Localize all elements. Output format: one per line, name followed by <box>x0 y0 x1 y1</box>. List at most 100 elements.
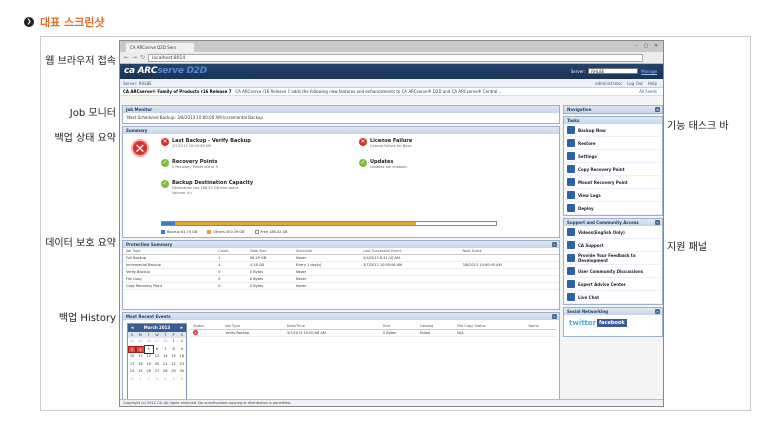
task-item[interactable]: Restore <box>564 137 662 150</box>
calendar-day[interactable]: 26 <box>145 368 153 376</box>
calendar-day[interactable]: 4 <box>136 345 145 354</box>
calendar-day[interactable]: 1 <box>136 376 144 384</box>
address-bar: ← → ↻ localhost:8014 <box>120 52 663 64</box>
table-cell: Failed <box>416 329 455 337</box>
task-item[interactable]: Mount Recovery Point <box>564 176 662 189</box>
calendar-day[interactable]: 28 <box>161 338 169 346</box>
calendar-day[interactable]: 31 <box>128 376 136 384</box>
calendar-day[interactable]: 30 <box>178 368 186 376</box>
bullet-icon: ❯ <box>24 17 34 27</box>
facebook-link[interactable]: facebook <box>597 319 627 327</box>
twitter-link[interactable]: twitter <box>569 319 596 327</box>
collapse-icon[interactable]: – <box>552 314 557 319</box>
task-label: Settings <box>578 153 597 159</box>
calendar-day[interactable]: 3 <box>153 376 161 384</box>
calendar-day[interactable]: 11 <box>136 353 144 361</box>
calendar-day[interactable]: 21 <box>161 361 169 369</box>
calendar-day[interactable]: 10 <box>128 353 136 361</box>
calendar-day[interactable]: 28 <box>161 368 169 376</box>
calendar-day[interactable]: 2 <box>145 376 153 384</box>
calendar-day[interactable]: 6 <box>178 376 186 384</box>
calendar-header: ◂ March 2013 ▸ <box>128 324 186 332</box>
calendar-day[interactable]: 7 <box>161 346 169 354</box>
next-month-icon[interactable]: ▸ <box>180 324 183 332</box>
prev-month-icon[interactable]: ◂ <box>131 324 134 332</box>
support-icon <box>567 267 575 275</box>
table-cell: Never <box>292 268 361 276</box>
task-item[interactable]: View Logs <box>564 189 662 202</box>
browser-tab[interactable]: CA ARCserve D2D Serv <box>126 43 194 52</box>
logout-link[interactable]: Log Out <box>627 79 643 88</box>
calendar-day[interactable]: 16 <box>178 353 186 361</box>
calendar-day[interactable]: 12 <box>145 353 153 361</box>
task-item[interactable]: Backup Now <box>564 124 662 137</box>
calendar-day[interactable]: 13 <box>153 353 161 361</box>
table-cell <box>459 268 559 276</box>
calendar-day[interactable]: 25 <box>136 338 144 346</box>
support-icon <box>567 280 575 288</box>
error-icon: ✕ <box>131 139 149 157</box>
all-feeds-link[interactable]: All Feeds <box>639 88 657 96</box>
support-item[interactable]: Expert Advice Center <box>564 278 662 291</box>
calendar-day[interactable]: 5 <box>143 344 154 355</box>
calendar-day[interactable]: 9 <box>178 346 186 354</box>
calendar-day[interactable]: 8 <box>169 346 177 354</box>
app-logo: ca ARCserve D2D <box>124 66 207 76</box>
calendar-day[interactable]: 3 <box>128 345 137 354</box>
calendar-day[interactable]: 24 <box>128 368 136 376</box>
back-icon[interactable]: ← <box>124 54 129 61</box>
support-item[interactable]: CA Support <box>564 239 662 252</box>
collapse-icon[interactable]: « <box>655 107 660 112</box>
calendar-day[interactable]: 22 <box>169 361 177 369</box>
calendar-day[interactable]: 15 <box>169 353 177 361</box>
section-heading: ❯ 대표 스크린샷 <box>24 14 105 30</box>
task-item[interactable]: Settings <box>564 150 662 163</box>
help-link[interactable]: Help <box>648 79 657 88</box>
support-item[interactable]: Provide Your Feedback to Development <box>564 252 662 265</box>
collapse-icon[interactable]: – <box>655 220 660 225</box>
support-item[interactable]: Live Chat <box>564 291 662 304</box>
calendar-day[interactable]: 4 <box>161 376 169 384</box>
task-item[interactable]: Copy Recovery Point <box>564 163 662 176</box>
window-buttons[interactable]: – ▢ ✕ <box>635 43 660 49</box>
callout-task-bar: 기능 태스크 바 <box>667 121 729 132</box>
navigation-panel: Navigation « <box>563 105 663 114</box>
panel-header: Navigation « <box>564 106 662 113</box>
support-item[interactable]: Videos(English Only) <box>564 226 662 239</box>
calendar-day[interactable]: 25 <box>136 368 144 376</box>
calendar-day[interactable]: 29 <box>169 368 177 376</box>
table-cell: 3/7/2013 10:00:06 AM <box>360 261 460 269</box>
calendar-day[interactable]: 27 <box>153 368 161 376</box>
calendar-day[interactable]: 26 <box>145 338 153 346</box>
server-select[interactable]: RHL8E <box>588 68 639 74</box>
support-label: Videos(English Only) <box>578 229 625 235</box>
reload-icon[interactable]: ↻ <box>140 54 145 61</box>
support-panel: Support and Community Access – Videos(Eng… <box>563 218 663 305</box>
url-input[interactable]: localhost:8014 <box>148 53 643 62</box>
calendar-day[interactable]: 23 <box>178 361 186 369</box>
calendar-day[interactable]: 17 <box>128 361 136 369</box>
task-label: Copy Recovery Point <box>578 166 625 172</box>
table-cell: 0 Bytes <box>246 275 293 283</box>
server-selector: Server: RHL8E Manage <box>570 68 657 74</box>
collapse-icon[interactable]: – <box>552 242 557 247</box>
table-cell <box>360 282 460 290</box>
calendar-day[interactable]: 2 <box>178 338 186 346</box>
calendar-day[interactable]: 20 <box>153 361 161 369</box>
task-item[interactable]: Deploy <box>564 202 662 215</box>
forward-icon[interactable]: → <box>132 54 137 61</box>
collapse-icon[interactable]: – <box>655 309 660 314</box>
check-icon: ✓ <box>161 180 169 188</box>
social-panel: Social Networking – twitter facebook <box>563 307 663 337</box>
calendar-day[interactable]: 19 <box>145 361 153 369</box>
table-row[interactable]: ✕ Verify Backup 3/7/2013 10:00:06 AM 0 Byte… <box>190 329 556 337</box>
calendar-day[interactable]: 27 <box>153 338 161 346</box>
calendar-day[interactable]: 5 <box>169 376 177 384</box>
calendar-day[interactable]: 1 <box>169 338 177 346</box>
support-item[interactable]: User Community Discussions <box>564 265 662 278</box>
manage-link[interactable]: Manage <box>641 69 657 74</box>
calendar-day[interactable]: 18 <box>136 361 144 369</box>
calendar-day[interactable]: 24 <box>128 338 136 346</box>
calendar-day[interactable]: 14 <box>161 353 169 361</box>
calendar-day[interactable]: 6 <box>153 346 161 354</box>
